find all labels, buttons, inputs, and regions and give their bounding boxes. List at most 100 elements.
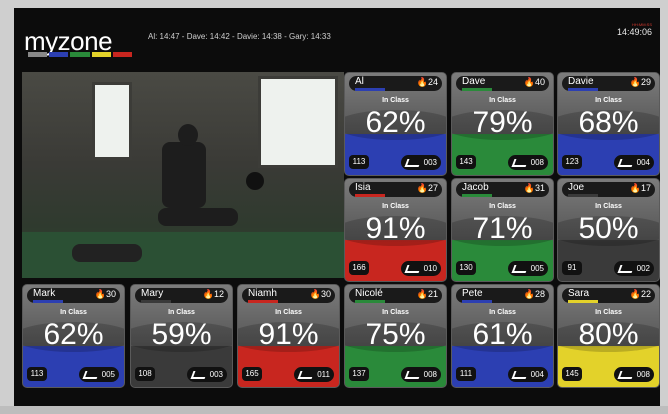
belt-id: 008 [508, 155, 548, 170]
effort-percent: 61% [472, 318, 533, 351]
member-name: Mary [141, 288, 164, 299]
zone-bar [462, 300, 492, 303]
in-class-label: In Class [595, 97, 622, 104]
flame-icon: 🔥 [416, 77, 428, 87]
belt-wave-icon [404, 265, 422, 273]
heart-rate: 166 [349, 261, 369, 275]
flame-icon: 🔥 [94, 289, 106, 299]
effort-percent: 62% [365, 106, 426, 139]
points: 🔥30 [309, 289, 331, 299]
flame-icon: 🔥 [202, 289, 214, 299]
member-name: Mark [33, 288, 56, 299]
points: 🔥22 [629, 289, 651, 299]
in-class-label: In Class [595, 309, 622, 316]
member-tile[interactable]: Pete 🔥28 In Class 61% 111 004 [451, 284, 554, 388]
athlete-on-floor [72, 244, 142, 262]
flame-icon: 🔥 [629, 77, 641, 87]
points: 🔥28 [523, 289, 545, 299]
flame-icon: 🔥 [629, 183, 641, 193]
belt-wave-icon [617, 265, 635, 273]
member-tile[interactable]: Isia 🔥27 In Class 91% 166 010 [344, 178, 447, 282]
belt-id: 008 [614, 367, 654, 382]
display-screen: myzone Al: 14:47 - Dave: 14:42 - Davie: … [14, 8, 660, 406]
points: 🔥17 [629, 183, 651, 193]
member-name: Joe [568, 182, 585, 193]
member-name: Pete [462, 288, 483, 299]
monitor-bezel-top [0, 0, 668, 8]
in-class-label: In Class [275, 309, 302, 316]
member-tile[interactable]: Davie 🔥29 In Class 68% 123 004 [557, 72, 660, 176]
member-tile[interactable]: Sara 🔥22 In Class 80% 145 008 [557, 284, 660, 388]
zone-bar [568, 88, 598, 91]
member-tile[interactable]: Niamh 🔥30 In Class 91% 165 011 [237, 284, 340, 388]
member-tile[interactable]: Al 🔥24 In Class 62% 113 003 [344, 72, 447, 176]
member-tile[interactable]: Mark 🔥30 In Class 62% 113 005 [22, 284, 125, 388]
member-tile[interactable]: Nicolé 🔥21 In Class 75% 137 008 [344, 284, 447, 388]
points: 🔥21 [416, 289, 438, 299]
in-class-label: In Class [382, 309, 409, 316]
effort-percent: 50% [578, 212, 639, 245]
heart-rate: 91 [562, 261, 582, 275]
heart-rate: 145 [562, 367, 582, 381]
effort-percent: 80% [578, 318, 639, 351]
zone-bar [248, 300, 278, 303]
points: 🔥31 [523, 183, 545, 193]
belt-id: 004 [614, 155, 654, 170]
belt-id: 002 [614, 261, 654, 276]
flame-icon: 🔥 [523, 289, 535, 299]
window-right [258, 76, 338, 168]
zone-bar [568, 300, 598, 303]
belt-wave-icon [617, 159, 635, 167]
member-name: Davie [568, 76, 594, 87]
belt-id: 003 [401, 155, 441, 170]
effort-percent: 62% [43, 318, 104, 351]
flame-icon: 🔥 [416, 183, 428, 193]
effort-percent: 79% [472, 106, 533, 139]
in-class-label: In Class [489, 309, 516, 316]
member-tile[interactable]: Dave 🔥40 In Class 79% 143 008 [451, 72, 554, 176]
member-name: Isia [355, 182, 371, 193]
kettlebell [246, 172, 264, 190]
heart-rate: 113 [349, 155, 369, 169]
effort-percent: 68% [578, 106, 639, 139]
heart-rate: 123 [562, 155, 582, 169]
belt-wave-icon [617, 371, 635, 379]
member-tile[interactable]: Joe 🔥17 In Class 50% 91 002 [557, 178, 660, 282]
zone-bar [355, 194, 385, 197]
monitor-bezel-left [0, 0, 14, 414]
belt-id: 008 [401, 367, 441, 382]
member-name: Niamh [248, 288, 277, 299]
member-tile[interactable]: Mary 🔥12 In Class 59% 108 003 [130, 284, 233, 388]
belt-id: 003 [187, 367, 227, 382]
member-name: Dave [462, 76, 486, 87]
in-class-label: In Class [382, 97, 409, 104]
flame-icon: 🔥 [523, 77, 535, 87]
in-class-label: In Class [489, 97, 516, 104]
belt-wave-icon [511, 159, 529, 167]
in-class-label: In Class [382, 203, 409, 210]
effort-percent: 71% [472, 212, 533, 245]
belt-id: 005 [508, 261, 548, 276]
belt-wave-icon [404, 159, 422, 167]
heart-rate: 111 [456, 367, 476, 381]
belt-wave-icon [297, 371, 315, 379]
heart-rate: 113 [27, 367, 47, 381]
athlete-head [178, 124, 198, 146]
zone-bar [355, 88, 385, 91]
heart-rate: 165 [242, 367, 262, 381]
belt-id: 010 [401, 261, 441, 276]
belt-wave-icon [511, 371, 529, 379]
clock: 14:49:06 [616, 27, 652, 37]
effort-percent: 91% [365, 212, 426, 245]
zone-bar [355, 300, 385, 303]
member-tile[interactable]: Jacob 🔥31 In Class 71% 130 005 [451, 178, 554, 282]
zone-bar [568, 194, 598, 197]
zone-bar [462, 194, 492, 197]
belt-wave-icon [404, 371, 422, 379]
member-name: Al [355, 76, 364, 87]
points: 🔥27 [416, 183, 438, 193]
flame-icon: 🔥 [309, 289, 321, 299]
effort-percent: 59% [151, 318, 212, 351]
belt-id: 004 [508, 367, 548, 382]
belt-id: 011 [294, 367, 334, 382]
